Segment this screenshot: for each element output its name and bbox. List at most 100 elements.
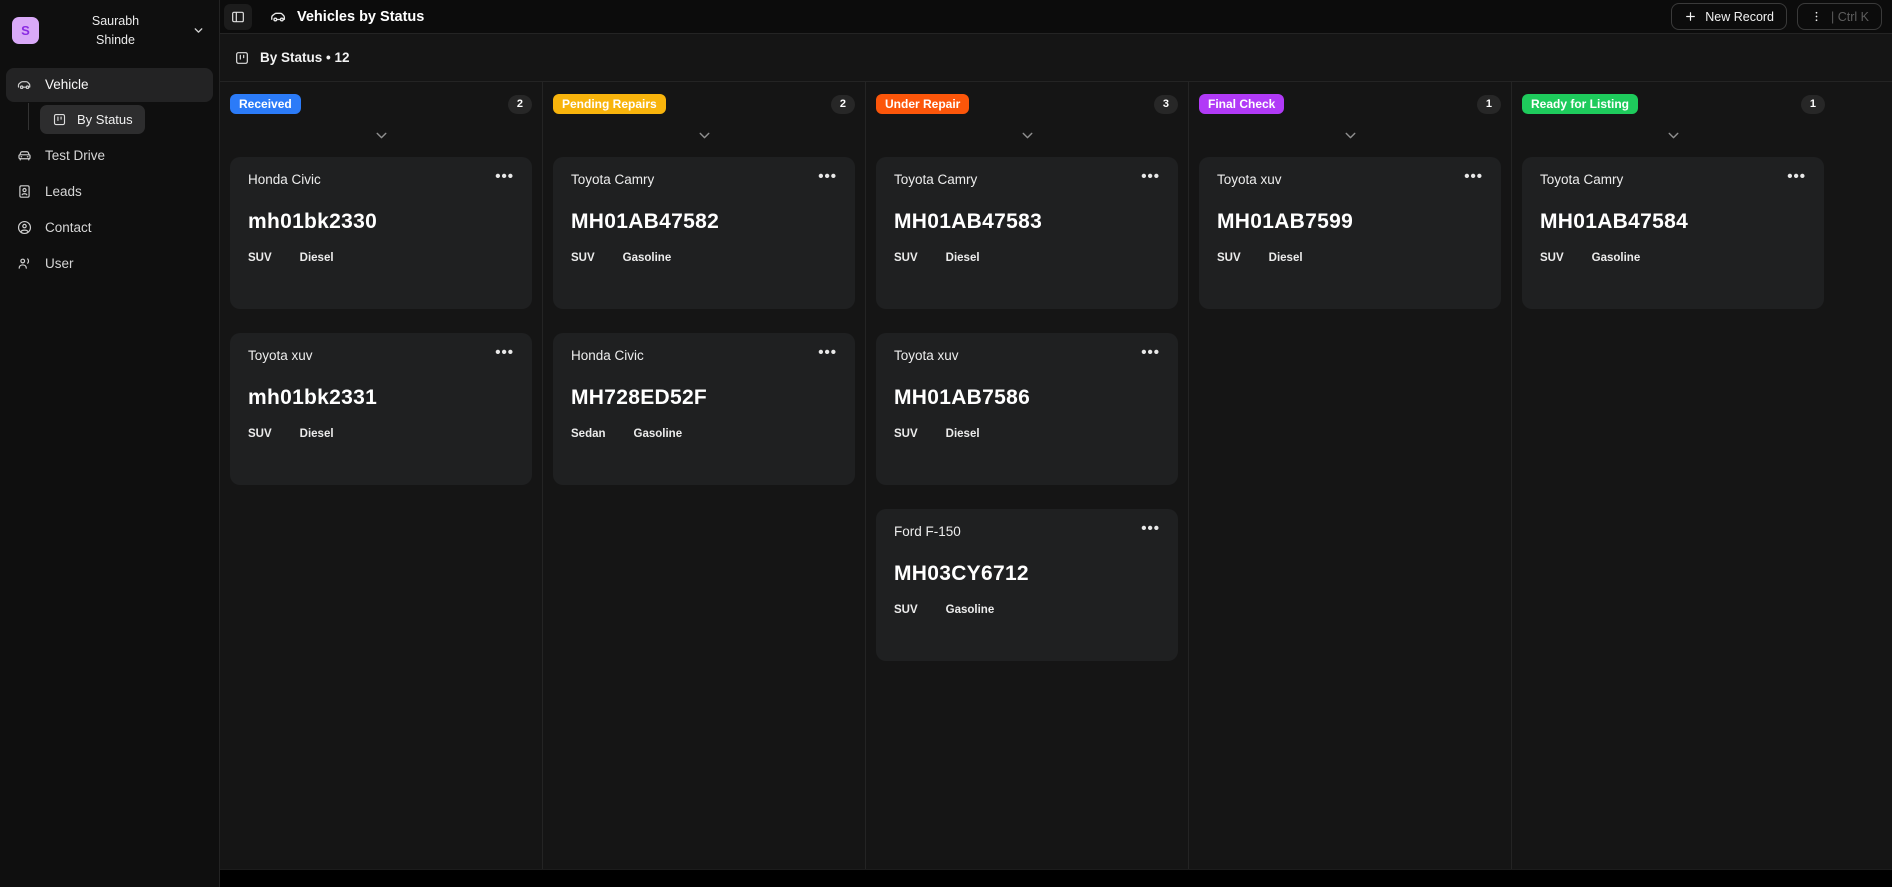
id-badge-icon: [16, 183, 33, 200]
record-card[interactable]: Toyota xuv ••• mh01bk2331 SUV Diesel: [230, 333, 532, 486]
sidebar-item-by-status[interactable]: By Status: [40, 104, 145, 134]
sidebar-item-user[interactable]: User: [6, 247, 213, 281]
sidebar-item-label: By Status: [77, 111, 133, 127]
tag-chip: Diesel: [299, 252, 334, 265]
tag-chip: SUV: [248, 428, 272, 441]
sidebar-item-label: Vehicle: [45, 77, 89, 92]
card-plate-number: MH03CY6712: [894, 562, 1029, 586]
card-title: Toyota Camry: [571, 172, 655, 188]
status-badge[interactable]: Under Repair: [876, 94, 970, 115]
topbar: Vehicles by Status New Record | Ctrl K: [220, 0, 1892, 33]
status-badge[interactable]: Received: [230, 94, 301, 115]
record-card[interactable]: Honda Civic ••• MH728ED52F Sedan Gasoline: [553, 333, 855, 486]
card-header: Toyota Camry •••: [894, 169, 1160, 188]
card-title: Toyota xuv: [248, 348, 313, 364]
sidebar-item-label: Leads: [45, 184, 82, 199]
new-record-button[interactable]: New Record: [1671, 3, 1788, 30]
kanban-column: Received 2 Honda Civic ••• mh01bk2330 SU…: [220, 82, 543, 869]
card-plate-number: MH728ED52F: [571, 386, 708, 410]
status-badge[interactable]: Ready for Listing: [1522, 94, 1639, 115]
ellipsis-icon[interactable]: •••: [1141, 521, 1160, 536]
column-collapse-control[interactable]: [553, 127, 855, 144]
sidebar-nav: Vehicle By Status Test Drive Leads Conta…: [0, 58, 219, 283]
tag-chip: Diesel: [945, 252, 980, 265]
card-tags: SUV Diesel: [248, 252, 514, 264]
column-collapse-control[interactable]: [230, 127, 532, 144]
card-title: Toyota xuv: [894, 348, 959, 364]
card-header: Honda Civic •••: [248, 169, 514, 187]
user-name-line2: Shinde: [96, 32, 135, 47]
sidebar-item-vehicle[interactable]: Vehicle: [6, 67, 213, 102]
kanban-column: Pending Repairs 2 Toyota Camry ••• MH01A…: [543, 82, 866, 869]
ellipsis-icon[interactable]: •••: [495, 169, 514, 184]
card-list: Toyota Camry ••• MH01AB47584 SUV Gasoline: [1522, 157, 1825, 310]
status-badge[interactable]: Final Check: [1199, 94, 1285, 115]
chevron-down-icon: [1342, 127, 1359, 144]
column-collapse-control[interactable]: [876, 127, 1178, 144]
tag-chip: Diesel: [299, 428, 334, 441]
kanban-icon: [52, 112, 67, 127]
column-header: Ready for Listing 1: [1522, 94, 1825, 115]
chevron-down-icon: [696, 127, 713, 144]
card-tags: SUV Diesel: [248, 428, 514, 440]
user-menu[interactable]: S Saurabh Shinde: [0, 0, 219, 58]
avatar[interactable]: S: [12, 17, 39, 45]
card-title: Toyota xuv: [1217, 172, 1282, 188]
shortcut-hint: | Ctrl K: [1831, 9, 1869, 24]
sidebar-subtree: By Status: [6, 102, 213, 134]
card-header: Ford F-150 •••: [894, 521, 1160, 539]
record-card[interactable]: Toyota Camry ••• MH01AB47584 SUV Gasoline: [1522, 157, 1824, 310]
kanban-board: Received 2 Honda Civic ••• mh01bk2330 SU…: [220, 82, 1892, 869]
status-badge[interactable]: Pending Repairs: [553, 94, 666, 115]
card-title: Honda Civic: [571, 348, 644, 364]
record-card[interactable]: Toyota xuv ••• MH01AB7586 SUV Diesel: [876, 333, 1178, 486]
card-header: Toyota xuv •••: [894, 345, 1160, 364]
sidebar-item-leads[interactable]: Leads: [6, 175, 213, 209]
command-menu-button[interactable]: | Ctrl K: [1797, 3, 1882, 30]
ellipsis-icon[interactable]: •••: [818, 169, 837, 184]
view-toolbar: By Status • 12: [220, 33, 1892, 82]
card-title: Toyota Camry: [1540, 172, 1624, 188]
kanban-column: Final Check 1 Toyota xuv ••• MH01AB7599 …: [1189, 82, 1512, 869]
sidebar-item-label: Test Drive: [45, 148, 106, 163]
chevron-down-icon: [1019, 127, 1036, 144]
record-card[interactable]: Toyota Camry ••• MH01AB47582 SUV Gasoline: [553, 157, 855, 310]
column-header: Pending Repairs 2: [553, 94, 855, 115]
tag-chip: SUV: [894, 428, 918, 441]
card-plate-number: MH01AB47583: [894, 210, 1043, 234]
record-card[interactable]: Ford F-150 ••• MH03CY6712 SUV Gasoline: [876, 509, 1178, 662]
ellipsis-icon[interactable]: •••: [818, 345, 837, 360]
ellipsis-icon[interactable]: •••: [1141, 345, 1160, 360]
column-collapse-control[interactable]: [1522, 127, 1825, 144]
record-card[interactable]: Toyota Camry ••• MH01AB47583 SUV Diesel: [876, 157, 1178, 310]
tag-chip: SUV: [571, 252, 595, 265]
kebab-vertical-icon: [1810, 10, 1823, 23]
sidebar-toggle-button[interactable]: [224, 3, 252, 30]
tag-chip: SUV: [894, 252, 918, 265]
sidebar-item-test-drive[interactable]: Test Drive: [6, 139, 213, 173]
record-card[interactable]: Honda Civic ••• mh01bk2330 SUV Diesel: [230, 157, 532, 310]
column-count-badge: 2: [830, 94, 855, 114]
card-tags: SUV Diesel: [894, 252, 1160, 264]
ellipsis-icon[interactable]: •••: [1787, 169, 1806, 184]
card-tags: SUV Diesel: [1217, 252, 1483, 264]
sidebar: S Saurabh Shinde Vehicle By Status Test …: [0, 0, 220, 887]
ellipsis-icon[interactable]: •••: [1464, 169, 1483, 184]
column-header: Final Check 1: [1199, 94, 1501, 115]
tag-chip: Diesel: [945, 428, 980, 441]
chevron-down-icon[interactable]: [192, 24, 205, 37]
sidebar-item-label: User: [45, 256, 74, 271]
card-title: Toyota Camry: [894, 172, 978, 188]
tag-chip: Diesel: [1268, 252, 1303, 265]
column-collapse-control[interactable]: [1199, 127, 1501, 144]
view-label: By Status • 12: [260, 50, 350, 65]
page-title-group: Vehicles by Status: [269, 7, 424, 26]
sidebar-item-contact[interactable]: Contact: [6, 211, 213, 245]
record-card[interactable]: Toyota xuv ••• MH01AB7599 SUV Diesel: [1199, 157, 1501, 310]
card-list: Toyota Camry ••• MH01AB47583 SUV Diesel T…: [876, 157, 1178, 662]
chevron-down-icon: [373, 127, 390, 144]
ellipsis-icon[interactable]: •••: [495, 345, 514, 360]
tag-chip: SUV: [1540, 252, 1564, 265]
ellipsis-icon[interactable]: •••: [1141, 169, 1160, 184]
horizontal-scrollbar[interactable]: [220, 869, 1892, 887]
